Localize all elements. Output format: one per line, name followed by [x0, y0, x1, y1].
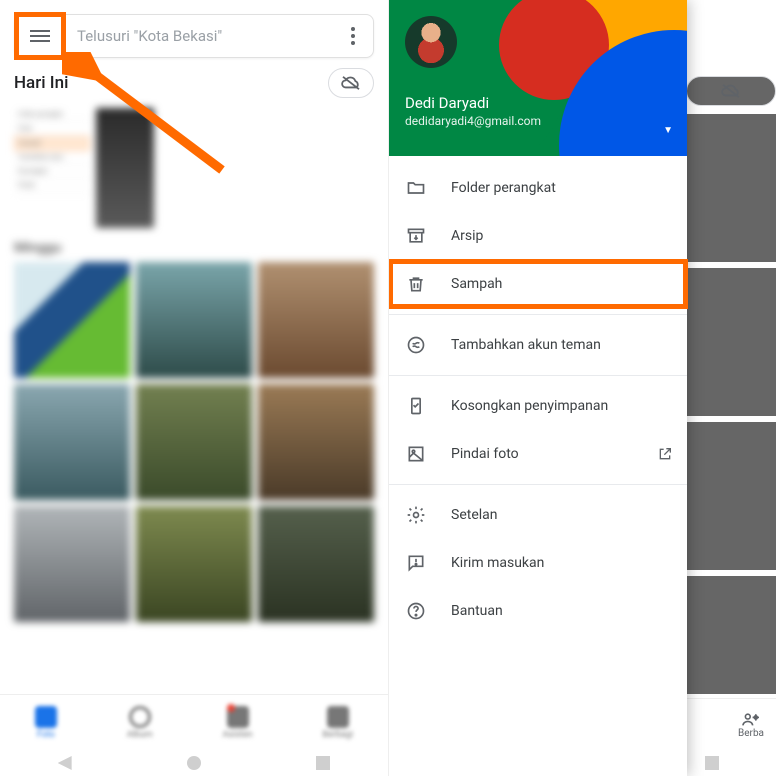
tab-albums[interactable]: Album [127, 706, 153, 740]
backup-off-icon[interactable] [686, 76, 776, 106]
user-email: dedidaryadi4@gmail.com [405, 114, 671, 128]
external-link-icon [657, 446, 673, 462]
photo-content-blurred: Folder perangkat Arsip Sampah Tambahkan … [0, 98, 388, 622]
hamburger-icon [30, 27, 50, 45]
menu-device-folders[interactable]: Folder perangkat [389, 164, 687, 212]
scan-icon [405, 443, 427, 465]
menu-help[interactable]: Bantuan [389, 587, 687, 635]
menu-settings[interactable]: Setelan [389, 491, 687, 539]
nav-drawer: Dedi Daryadi dedidaryadi4@gmail.com ▼ Fo… [389, 0, 687, 776]
tab-share[interactable]: Berba [738, 711, 764, 739]
menu-label: Tambahkan akun teman [451, 337, 601, 353]
avatar [405, 16, 457, 68]
menu-label: Bantuan [451, 603, 503, 619]
menu-label: Sampah [451, 276, 502, 292]
menu-trash[interactable]: Sampah [389, 260, 687, 308]
menu-label: Arsip [451, 228, 483, 244]
drawer-menu: Folder perangkat Arsip Sampah Tambahkan [389, 156, 687, 643]
bottom-tabs: Foto Album Asisten Berbagi [0, 694, 388, 750]
screen-drawer: Berba Dedi Daryadi dedidaryadi4@gmail.co… [388, 0, 776, 776]
nav-back-icon[interactable] [58, 756, 72, 770]
feedback-icon [405, 552, 427, 574]
menu-scan[interactable]: Pindai foto [389, 430, 687, 478]
tab-share[interactable]: Berbagi [322, 706, 353, 740]
screen-main: Telusuri "Kota Bekasi" Hari Ini Folder p… [0, 0, 388, 776]
gear-icon [405, 504, 427, 526]
menu-free-up[interactable]: Kosongkan penyimpanan [389, 382, 687, 430]
account-chevron-icon[interactable]: ▼ [663, 125, 673, 136]
help-icon [405, 600, 427, 622]
shared-icon [405, 334, 427, 356]
phone-check-icon [405, 395, 427, 417]
drawer-header[interactable]: Dedi Daryadi dedidaryadi4@gmail.com ▼ [389, 0, 687, 156]
menu-label: Kosongkan penyimpanan [451, 398, 608, 414]
nav-recents-icon[interactable] [316, 756, 330, 770]
tab-assistant[interactable]: Asisten [223, 706, 253, 740]
folder-icon [405, 177, 427, 199]
menu-label: Folder perangkat [451, 180, 556, 196]
nav-recents-icon[interactable] [705, 756, 719, 770]
backup-off-icon[interactable] [328, 68, 374, 98]
menu-feedback[interactable]: Kirim masukan [389, 539, 687, 587]
section-today-title: Hari Ini [14, 73, 68, 93]
nav-home-icon[interactable] [187, 756, 201, 770]
menu-label: Pindai foto [451, 446, 519, 462]
tab-share-label: Berba [738, 728, 764, 739]
search-bar[interactable]: Telusuri "Kota Bekasi" [14, 14, 374, 58]
trash-icon [405, 273, 427, 295]
archive-icon [405, 225, 427, 247]
menu-label: Setelan [451, 507, 498, 523]
menu-label: Kirim masukan [451, 555, 544, 571]
menu-archive[interactable]: Arsip [389, 212, 687, 260]
overflow-menu-icon[interactable] [341, 24, 365, 48]
hamburger-button[interactable] [14, 12, 66, 60]
user-name: Dedi Daryadi [405, 94, 671, 112]
search-placeholder: Telusuri "Kota Bekasi" [77, 27, 341, 45]
tab-photos[interactable]: Foto [35, 706, 57, 740]
menu-add-account[interactable]: Tambahkan akun teman [389, 321, 687, 369]
android-navbar [0, 750, 388, 776]
